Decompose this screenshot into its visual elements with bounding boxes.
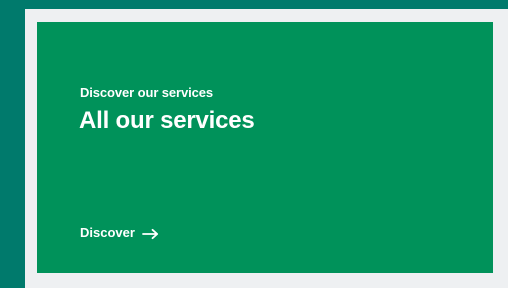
discover-link[interactable]: Discover <box>80 224 160 242</box>
services-card: Discover our services All our services D… <box>37 22 493 273</box>
services-panel: Discover our services All our services D… <box>25 9 508 288</box>
card-title: All our services <box>79 107 255 134</box>
discover-link-label: Discover <box>80 225 135 240</box>
card-eyebrow: Discover our services <box>80 85 214 100</box>
arrow-right-icon <box>142 227 160 240</box>
